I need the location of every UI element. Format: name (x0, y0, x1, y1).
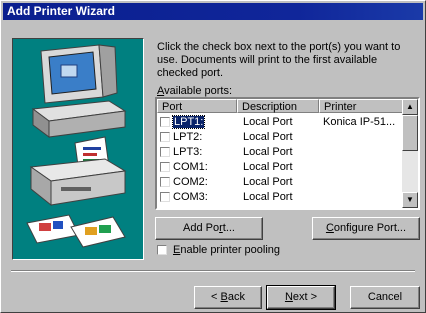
back-label-prefix: < (211, 291, 221, 303)
table-row[interactable]: COM3: Local Port (157, 189, 404, 204)
back-button[interactable]: < Back (194, 286, 262, 309)
enable-pooling-label: Enable printer pooling (173, 244, 280, 256)
port-checkbox[interactable] (160, 161, 170, 172)
configure-port-label-rest: onfigure Port... (333, 222, 407, 234)
ports-header: Port Description Printer (157, 99, 404, 113)
port-checkbox[interactable] (160, 176, 170, 187)
column-header-description[interactable]: Description (237, 99, 319, 113)
window-title: Add Printer Wizard (7, 4, 115, 18)
scroll-down-arrow-icon[interactable]: ▼ (402, 192, 418, 208)
table-row[interactable]: LPT2: Local Port (157, 129, 404, 144)
port-description: Local Port (243, 175, 293, 188)
port-name: COM1: (173, 160, 208, 173)
port-name: LPT2: (173, 130, 203, 143)
cancel-button[interactable]: Cancel (350, 286, 420, 309)
scrollbar-thumb[interactable] (402, 115, 418, 151)
port-checkbox[interactable] (160, 116, 170, 127)
port-description: Local Port (243, 145, 293, 158)
available-ports-label-rest: vailable ports: (164, 85, 233, 97)
available-ports-label: Available ports: (157, 85, 232, 97)
back-label-accel: B (220, 291, 228, 303)
scroll-up-arrow-icon[interactable]: ▲ (402, 99, 418, 115)
next-button[interactable]: Next > (266, 285, 336, 310)
table-row[interactable]: COM2: Local Port (157, 174, 404, 189)
pooling-label-rest: nable printer pooling (180, 244, 281, 256)
port-name: COM3: (173, 190, 208, 203)
table-row[interactable]: LPT3: Local Port (157, 144, 404, 159)
back-label-rest: ack (227, 291, 245, 303)
port-description: Local Port (243, 115, 293, 128)
port-checkbox[interactable] (160, 146, 170, 157)
instructions-text: Click the check box next to the port(s) … (157, 41, 401, 79)
ports-scrollbar[interactable]: ▲ ▼ (402, 99, 418, 208)
port-description: Local Port (243, 160, 293, 173)
next-label-rest: ext > (292, 291, 318, 303)
port-name: LPT3: (173, 145, 203, 158)
next-label-accel: N (284, 291, 293, 303)
title-bar: Add Printer Wizard (3, 3, 423, 20)
computer-printer-illustration-icon (26, 44, 127, 248)
add-port-label-prefix: Add Po (183, 222, 220, 234)
port-description: Local Port (243, 130, 293, 143)
column-header-printer[interactable]: Printer (319, 99, 404, 113)
port-checkbox[interactable] (160, 191, 170, 202)
configure-port-label-accel: C (325, 222, 334, 234)
ports-rows: LPT1: Local Port Konica IP-51... LPT2: L… (157, 114, 404, 204)
add-port-label-rest: t... (222, 222, 235, 234)
table-row[interactable]: COM1: Local Port (157, 159, 404, 174)
port-checkbox[interactable] (160, 131, 170, 142)
footer-separator (11, 270, 415, 272)
table-row[interactable]: LPT1: Local Port Konica IP-51... (157, 114, 404, 129)
port-description: Local Port (243, 190, 293, 203)
port-printer: Konica IP-51... (323, 115, 396, 128)
ports-listview[interactable]: Port Description Printer LPT1: Local Por… (155, 97, 420, 210)
configure-port-button[interactable]: Configure Port... (312, 217, 420, 240)
column-header-port[interactable]: Port (157, 99, 237, 113)
add-port-button[interactable]: Add Port... (155, 217, 263, 240)
port-name: COM2: (173, 175, 208, 188)
enable-printer-pooling-option[interactable]: Enable printer pooling (157, 244, 280, 256)
enable-pooling-checkbox[interactable] (157, 245, 167, 255)
wizard-illustration (12, 38, 144, 260)
port-name: LPT1: (171, 114, 206, 129)
add-printer-wizard-window: Add Printer Wizard Click the check box n… (0, 0, 426, 313)
